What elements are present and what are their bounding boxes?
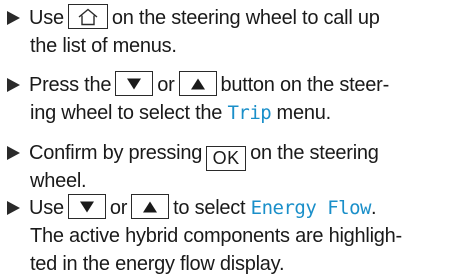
step-4-text-post: to select bbox=[173, 197, 246, 219]
step-4-text-mid: or bbox=[109, 197, 128, 219]
ok-button-key: OK bbox=[206, 146, 247, 171]
arrow-down-icon bbox=[79, 201, 94, 212]
step-4-line-1: Use or to select Energy Flow. bbox=[29, 194, 377, 222]
step-3: Confirm by pressing OK on the steering whe… bbox=[7, 139, 465, 195]
step-3-line-2: wheel. bbox=[30, 170, 87, 192]
menu-name-energy-flow: Energy Flow bbox=[250, 197, 372, 219]
step-1-line-1: Use on the steering wheel to call up bbox=[29, 4, 380, 32]
instruction-page: Use on the steering wheel to call up the … bbox=[0, 0, 469, 279]
step-2-text-pre: Press the bbox=[29, 74, 112, 96]
step-4-menu-suffix: . bbox=[371, 197, 377, 219]
up-button-key bbox=[178, 71, 217, 96]
step-2-line-2: ing wheel to select the Trip menu. bbox=[30, 99, 331, 127]
step-3-text-post: on the steering bbox=[250, 142, 379, 164]
step-1-text-pre: Use bbox=[29, 7, 64, 29]
bullet-triangle-icon bbox=[7, 194, 27, 222]
bullet-triangle-icon bbox=[7, 71, 27, 99]
menu-name-trip: Trip bbox=[227, 102, 272, 124]
arrow-down-icon bbox=[127, 78, 142, 89]
step-1-line-2: the list of menus. bbox=[30, 35, 177, 57]
step-4-text-pre: Use bbox=[29, 197, 64, 219]
arrow-up-icon bbox=[143, 201, 158, 212]
home-button-key bbox=[67, 4, 108, 29]
step-2-text-pre2: ing wheel to select the bbox=[30, 102, 223, 124]
step-4-line-2: The active hybrid components are highlig… bbox=[30, 225, 402, 247]
bullet-triangle-icon bbox=[7, 139, 27, 167]
step-4: Use or to select Energy Flow. The active h… bbox=[7, 194, 465, 278]
step-2-text-mid: or bbox=[157, 74, 175, 96]
arrow-up-icon bbox=[190, 78, 205, 89]
step-3-text-pre: Confirm by pressing bbox=[29, 142, 203, 164]
up-button-key bbox=[131, 194, 170, 219]
step-4-line-3: ted in the energy flow display. bbox=[30, 253, 285, 275]
bullet-triangle-icon bbox=[7, 4, 27, 32]
step-2-text-post: button on the steer- bbox=[220, 74, 390, 96]
step-2: Press the or button on the steer- ing whee… bbox=[7, 71, 465, 127]
step-2-text-post2: menu. bbox=[276, 102, 332, 124]
step-1: Use on the steering wheel to call up the … bbox=[7, 4, 465, 60]
step-1-text-post: on the steering wheel to call up bbox=[111, 7, 380, 29]
step-2-line-1: Press the or button on the steer- bbox=[29, 71, 389, 99]
home-icon bbox=[78, 8, 98, 25]
down-button-key bbox=[115, 71, 154, 96]
down-button-key bbox=[67, 194, 106, 219]
